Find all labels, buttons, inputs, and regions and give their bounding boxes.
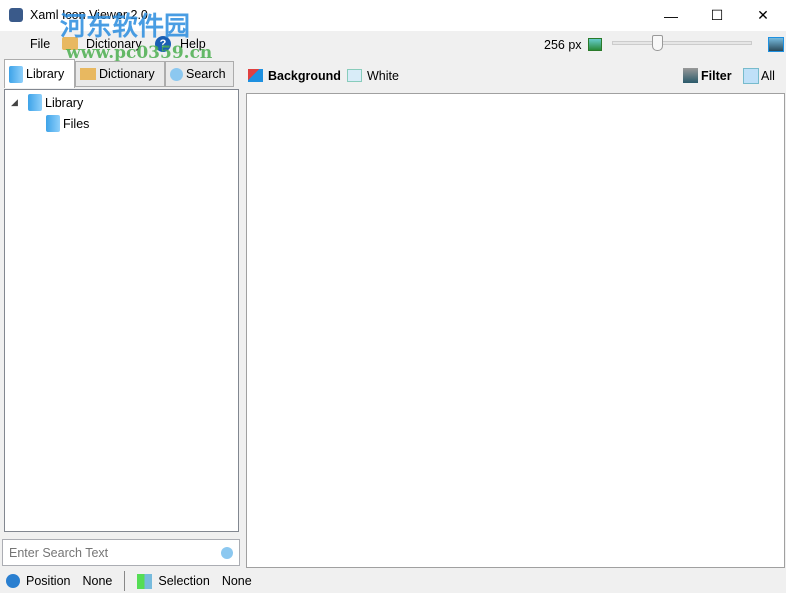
left-panel: Library Dictionary Search ◢ Library Files — [0, 57, 243, 569]
tree-item-library[interactable]: ◢ Library — [11, 94, 83, 111]
tab-library[interactable]: Library — [4, 59, 75, 88]
book-icon — [62, 37, 78, 50]
folder-icon — [46, 115, 60, 132]
window-title: Xaml Icon Viewer 2.0 — [30, 8, 148, 22]
filter-icon — [683, 68, 698, 83]
background-button[interactable]: Background — [268, 69, 341, 83]
title-bar: Xaml Icon Viewer 2.0 — ☐ ✕ — [0, 0, 786, 31]
position-icon — [6, 574, 20, 588]
large-image-icon — [768, 37, 784, 52]
menu-file[interactable]: File — [30, 37, 50, 51]
tree-item-files[interactable]: Files — [46, 115, 89, 132]
position-label: Position — [26, 574, 71, 588]
size-label: 256 px — [544, 38, 582, 52]
tab-search[interactable]: Search — [165, 61, 234, 87]
search-input[interactable] — [9, 545, 199, 560]
selection-icon — [137, 573, 153, 589]
library-tree: ◢ Library Files — [4, 89, 239, 532]
position-value: None — [82, 574, 113, 588]
white-button[interactable]: White — [367, 69, 399, 83]
right-panel: Background White Filter All — [246, 57, 786, 569]
small-image-icon — [588, 38, 602, 51]
menu-dictionary[interactable]: Dictionary — [86, 37, 142, 51]
menu-help[interactable]: Help — [180, 37, 206, 51]
all-button[interactable]: All — [761, 69, 775, 83]
white-icon — [347, 69, 362, 82]
maximize-button[interactable]: ☐ — [694, 0, 740, 31]
selection-value: None — [221, 574, 252, 588]
menu-bar: File Dictionary ? Help 256 px — [0, 31, 786, 57]
filter-button[interactable]: Filter — [701, 69, 732, 83]
background-icon — [248, 69, 263, 82]
selection-label: Selection — [158, 574, 210, 588]
search-icon[interactable] — [221, 546, 233, 559]
close-button[interactable]: ✕ — [740, 0, 786, 31]
icon-preview-area[interactable] — [246, 93, 785, 568]
search-box[interactable] — [2, 539, 240, 566]
search-icon — [170, 67, 183, 81]
status-bar: Position None Selection None — [0, 569, 786, 593]
help-icon: ? — [155, 36, 171, 52]
library-icon — [28, 94, 42, 111]
size-slider[interactable] — [612, 35, 752, 51]
expand-arrow-icon[interactable]: ◢ — [11, 97, 25, 108]
book-icon — [80, 68, 96, 80]
grid-icon — [743, 68, 759, 84]
minimize-button[interactable]: — — [648, 0, 694, 31]
slider-thumb[interactable] — [652, 35, 663, 51]
app-icon — [9, 8, 23, 22]
status-divider — [124, 571, 126, 591]
tab-dictionary[interactable]: Dictionary — [75, 61, 165, 87]
library-icon — [9, 65, 23, 83]
